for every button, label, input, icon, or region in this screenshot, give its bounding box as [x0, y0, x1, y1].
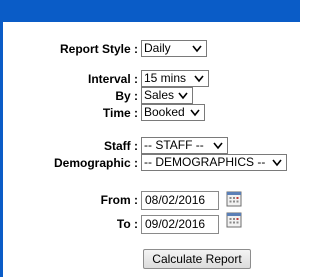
left-border	[0, 22, 3, 277]
time-value: Booked	[144, 105, 185, 119]
chevron-down-icon	[213, 142, 223, 150]
demographic-value: -- DEMOGRAPHICS --	[144, 155, 266, 169]
calculate-report-button[interactable]: Calculate Report	[143, 249, 251, 269]
report-style-select[interactable]: Daily	[141, 40, 207, 57]
chevron-down-icon	[194, 75, 204, 83]
to-date-field[interactable]: 09/02/2016	[141, 215, 219, 234]
demographic-label: Demographic :	[53, 156, 138, 170]
calendar-icon[interactable]	[226, 212, 242, 228]
by-value: Sales	[144, 88, 175, 102]
interval-value: 15 mins	[144, 71, 187, 85]
chevron-down-icon	[192, 45, 202, 53]
by-label: By :	[115, 89, 138, 103]
calendar-icon[interactable]	[226, 191, 242, 207]
report-style-label: Report Style :	[59, 42, 138, 56]
from-date-field[interactable]: 08/02/2016	[141, 191, 219, 210]
chevron-down-icon	[272, 159, 282, 167]
time-label: Time :	[102, 106, 138, 120]
staff-value: -- STAFF --	[144, 138, 204, 152]
staff-label: Staff :	[104, 139, 138, 153]
chevron-down-icon	[190, 109, 200, 117]
interval-label: Interval :	[87, 72, 138, 86]
staff-select[interactable]: -- STAFF --	[141, 137, 228, 154]
by-select[interactable]: Sales	[141, 87, 193, 104]
to-label: To :	[116, 217, 138, 231]
report-style-value: Daily	[144, 41, 171, 55]
demographic-select[interactable]: -- DEMOGRAPHICS --	[141, 154, 287, 171]
chevron-down-icon	[178, 92, 188, 100]
time-select[interactable]: Booked	[141, 104, 205, 121]
from-label: From :	[100, 193, 138, 207]
header-bar	[0, 0, 300, 22]
interval-select[interactable]: 15 mins	[141, 70, 209, 87]
